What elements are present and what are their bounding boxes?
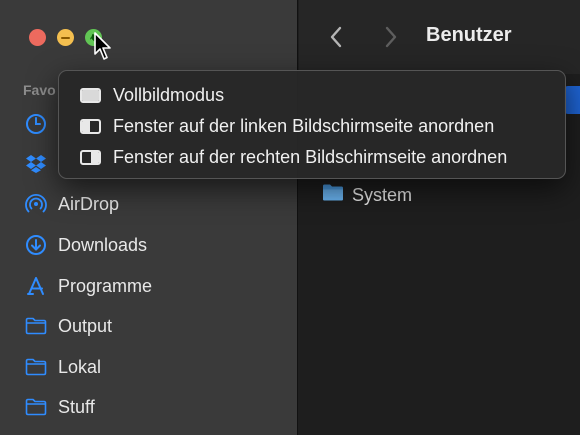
forward-chevron-icon[interactable] xyxy=(379,24,401,50)
menu-item-label: Fenster auf der linken Bildschirmseite a… xyxy=(113,116,495,136)
folder-icon xyxy=(24,395,48,419)
close-button[interactable] xyxy=(29,29,46,46)
fullscreen-options-menu: Vollbildmodus Fenster auf der linken Bil… xyxy=(58,70,566,179)
finder-window: Favo AirDrop Downloads Programme Output … xyxy=(0,0,580,435)
folder-icon xyxy=(322,183,344,207)
sidebar: Favo AirDrop Downloads Programme Output … xyxy=(0,0,298,435)
downloads-icon xyxy=(24,233,48,257)
sidebar-item-label: Stuff xyxy=(58,396,95,417)
sidebar-item-output[interactable]: Output xyxy=(24,311,284,341)
mouse-pointer-icon xyxy=(94,32,111,60)
window-title: Benutzer xyxy=(426,24,512,46)
window-controls xyxy=(29,29,102,46)
tile-right-icon xyxy=(80,150,101,165)
file-item-label: System xyxy=(352,184,413,205)
sidebar-item-lokal[interactable]: Lokal xyxy=(24,352,284,382)
airdrop-icon xyxy=(24,192,48,216)
menu-item-label: Fenster auf der rechten Bildschirmseite … xyxy=(113,147,508,167)
sidebar-item-label: AirDrop xyxy=(58,193,120,214)
toolbar: Benutzer xyxy=(299,0,580,74)
folder-icon xyxy=(24,314,48,338)
sidebar-item-stuff[interactable]: Stuff xyxy=(24,392,284,422)
minimize-button[interactable] xyxy=(57,29,74,46)
folder-icon xyxy=(24,355,48,379)
sidebar-item-applications[interactable]: Programme xyxy=(24,271,284,301)
clock-icon xyxy=(24,112,48,136)
selected-row-highlight[interactable] xyxy=(564,86,580,114)
menu-item-label: Vollbildmodus xyxy=(113,85,225,105)
sidebar-item-label: Lokal xyxy=(58,356,102,377)
applications-icon xyxy=(24,274,48,298)
fullscreen-icon xyxy=(80,88,101,103)
tile-left-icon xyxy=(80,119,101,134)
file-item-system[interactable]: System xyxy=(322,182,412,208)
menu-item-tile-right[interactable]: Fenster auf der rechten Bildschirmseite … xyxy=(59,142,565,173)
menu-item-fullscreen[interactable]: Vollbildmodus xyxy=(59,80,565,111)
dropbox-icon xyxy=(24,151,48,175)
sidebar-item-label: Downloads xyxy=(58,234,148,255)
sidebar-item-label: Output xyxy=(58,315,113,336)
menu-item-tile-left[interactable]: Fenster auf der linken Bildschirmseite a… xyxy=(59,111,565,142)
back-chevron-icon[interactable] xyxy=(326,24,348,50)
content-area: Benutzer xyxy=(299,0,580,435)
sidebar-item-downloads[interactable]: Downloads xyxy=(24,230,284,260)
sidebar-section-favorites: Favo xyxy=(23,82,56,98)
sidebar-item-airdrop[interactable]: AirDrop xyxy=(24,189,284,219)
sidebar-item-label: Programme xyxy=(58,275,153,296)
